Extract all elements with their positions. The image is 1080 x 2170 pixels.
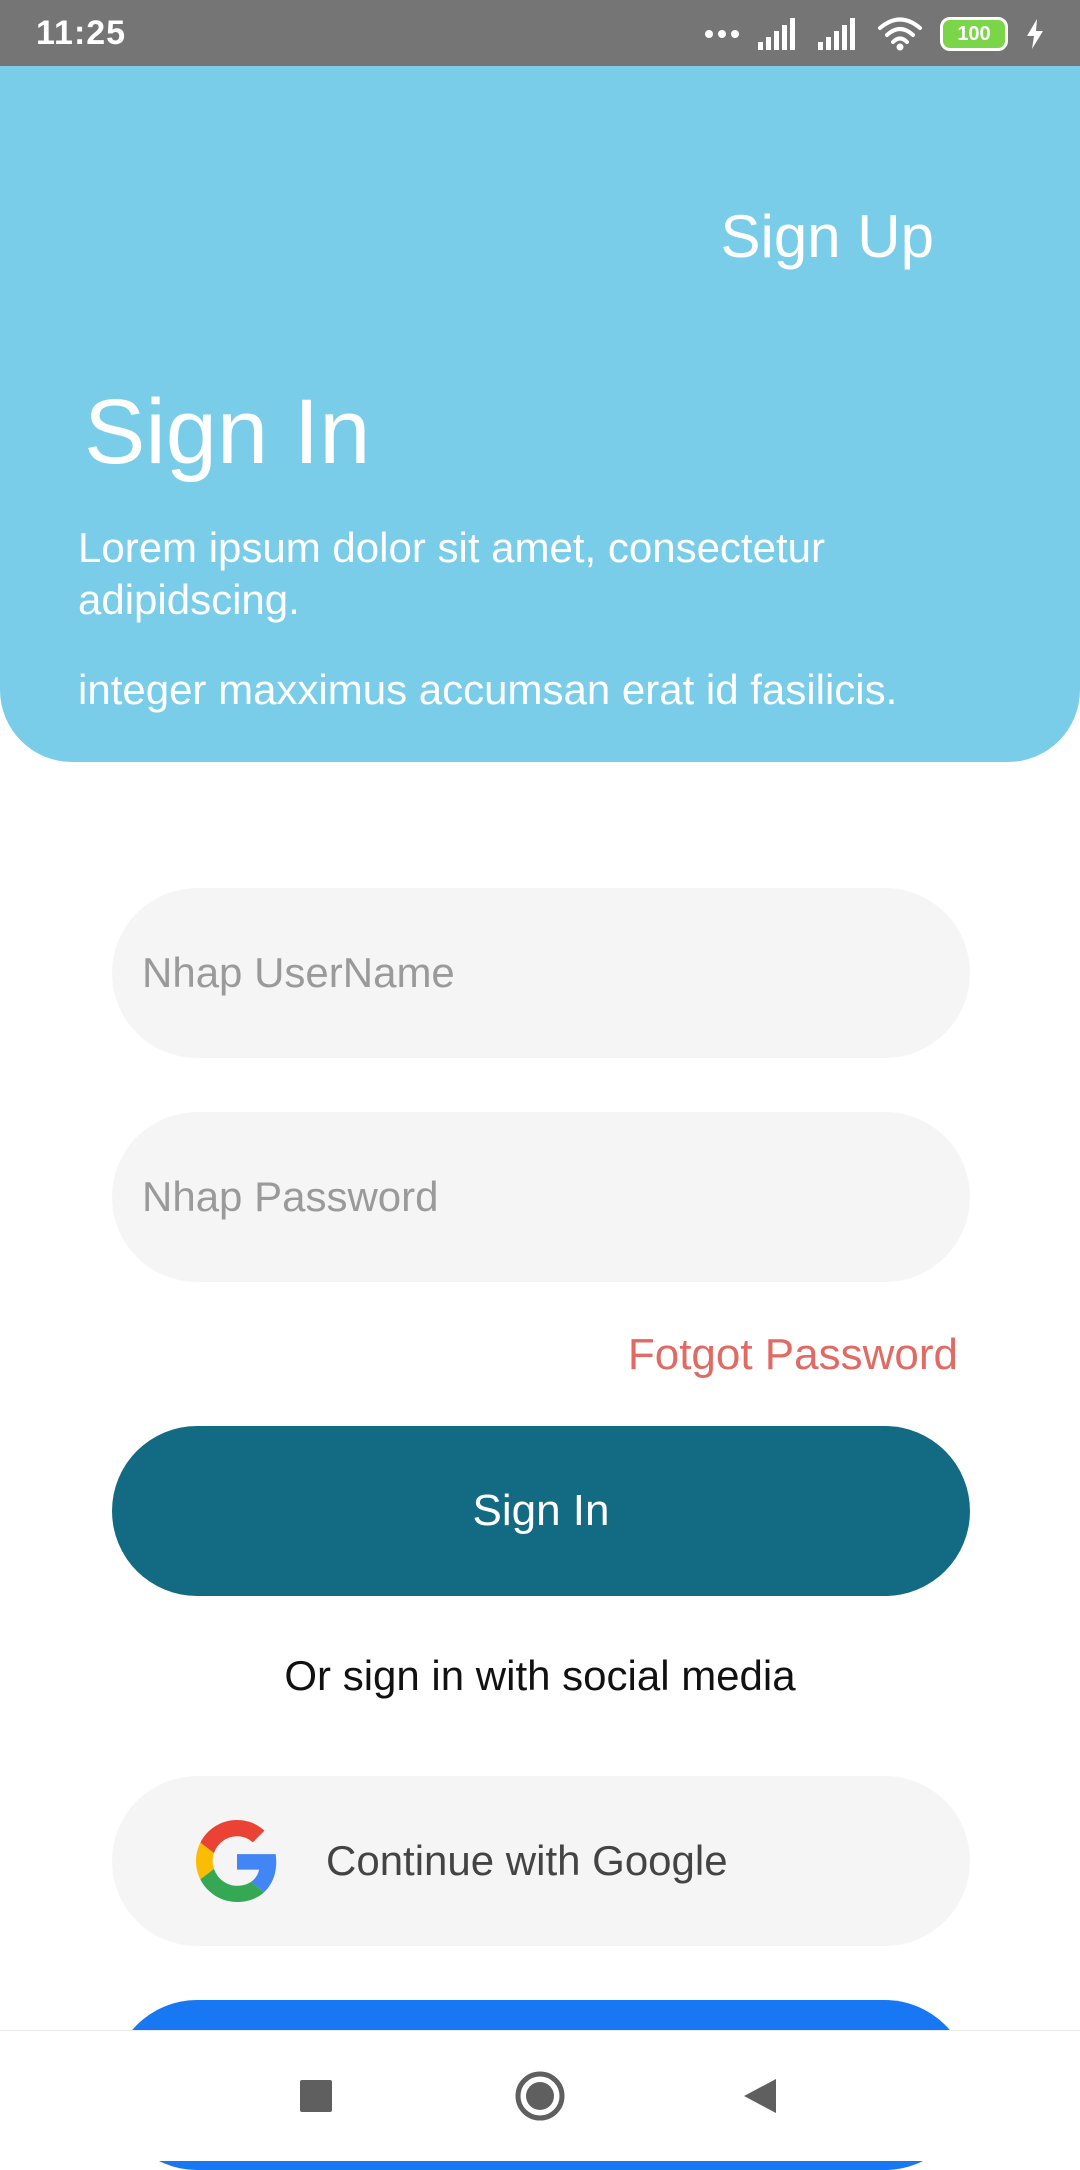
signal-icon [818,18,855,50]
social-caption: Or sign in with social media [284,1652,796,1699]
status-time: 11:25 [36,14,127,52]
status-bar: 11:25 100 [0,0,1080,66]
wifi-icon [878,17,922,51]
sign-in-button[interactable]: Sign In [112,1426,970,1596]
username-field[interactable] [112,888,970,1058]
password-input[interactable] [140,1172,924,1222]
header-panel: Sign Up Sign In Lorem ipsum dolor sit am… [0,66,1080,762]
google-icon [196,1820,277,1902]
charging-icon [1027,19,1043,49]
recents-button[interactable] [256,2031,376,2161]
home-button[interactable] [480,2031,600,2161]
battery-icon: 100 [940,17,1008,51]
sign-up-link[interactable]: Sign Up [721,202,934,271]
password-field[interactable] [112,1112,970,1282]
page-title: Sign In [84,381,371,483]
status-icons: 100 [704,14,1044,54]
signal-icon [758,18,795,50]
back-icon [744,2079,776,2113]
continue-with-google-button[interactable]: Continue with Google [112,1776,970,1946]
header-description: Lorem ipsum dolor sit amet, consectetur … [78,524,825,623]
back-button[interactable] [700,2031,820,2161]
home-icon [515,2071,565,2121]
dots-icon [705,30,739,38]
username-input[interactable] [140,948,924,998]
google-button-label: Continue with Google [326,1837,728,1884]
recents-icon [300,2080,332,2112]
navigation-bar [0,2030,1080,2161]
forgot-password-link[interactable]: Fotgot Password [628,1330,958,1380]
header-description-secondary: integer maxximus accumsan erat id fasili… [78,666,898,713]
